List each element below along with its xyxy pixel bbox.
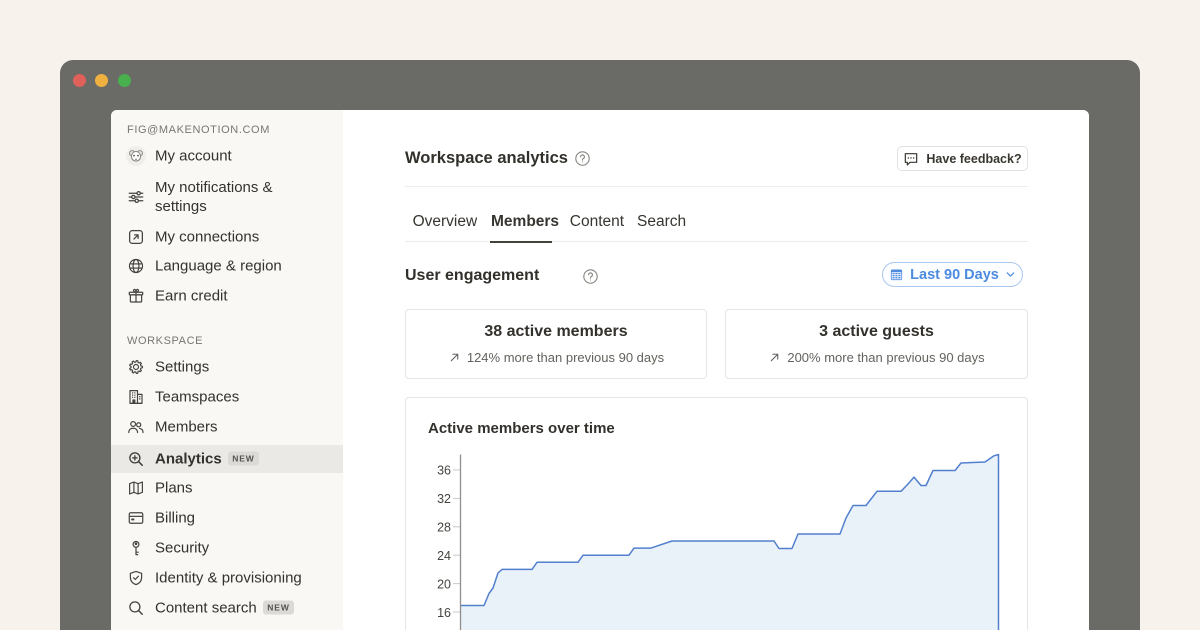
svg-text:36: 36 bbox=[437, 463, 451, 477]
svg-text:20: 20 bbox=[437, 577, 451, 591]
svg-text:16: 16 bbox=[437, 606, 451, 620]
svg-text:28: 28 bbox=[437, 520, 451, 534]
svg-text:24: 24 bbox=[437, 549, 451, 563]
svg-text:32: 32 bbox=[437, 492, 451, 506]
